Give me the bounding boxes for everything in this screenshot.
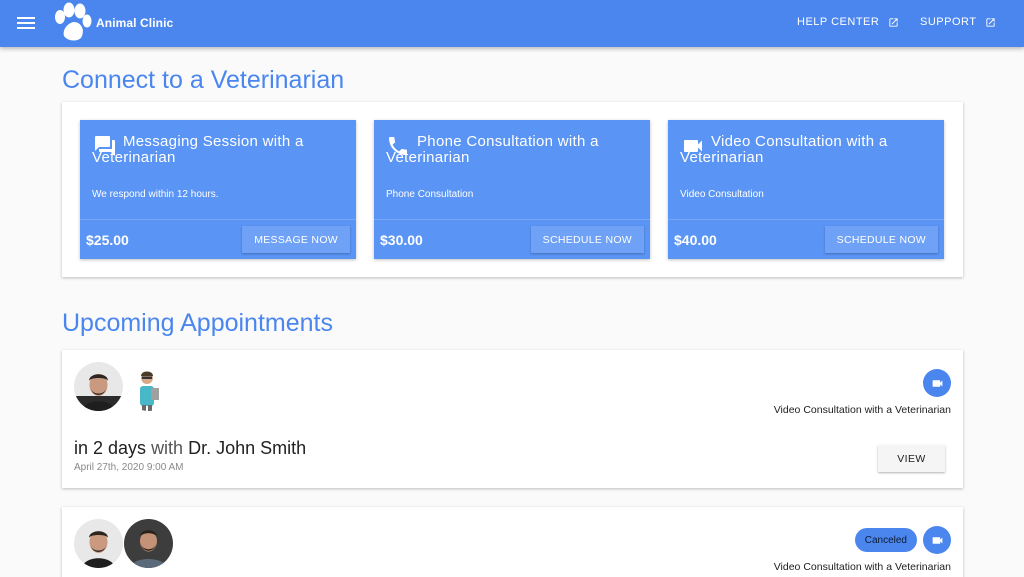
view-appointment-button[interactable]: VIEW <box>878 445 945 472</box>
relative-time: in 2 days <box>74 438 147 458</box>
support-label: SUPPORT <box>920 16 977 28</box>
help-center-label: HELP CENTER <box>797 16 880 28</box>
vet-avatar[interactable] <box>74 519 123 568</box>
card-footer: $25.00 MESSAGE NOW <box>80 219 356 259</box>
message-now-button[interactable]: MESSAGE NOW <box>242 226 350 253</box>
card-price: $40.00 <box>674 232 717 248</box>
video-call-button[interactable] <box>923 369 951 397</box>
appointment-when: in 2 days with Dr. John Smith <box>74 438 306 459</box>
card-price: $30.00 <box>380 232 423 248</box>
pet-owner-avatar[interactable] <box>124 362 173 411</box>
card-description: Video Consultation <box>680 189 764 200</box>
video-call-button[interactable] <box>923 526 951 554</box>
videocam-icon <box>932 536 942 544</box>
appointments-heading: Upcoming Appointments <box>62 309 333 337</box>
status-badge: Canceled <box>854 528 917 552</box>
appointment-card: Video Consultation with a Veterinarian i… <box>62 350 963 488</box>
phone-card: Phone Consultation with a Veterinarian P… <box>374 120 650 259</box>
card-title: Phone Consultation with a Veterinarian <box>386 133 599 166</box>
open-in-new-icon <box>889 17 898 27</box>
menu-icon[interactable] <box>17 14 35 32</box>
schedule-phone-button[interactable]: SCHEDULE NOW <box>530 226 644 253</box>
card-footer: $30.00 SCHEDULE NOW <box>374 219 650 259</box>
card-footer: $40.00 SCHEDULE NOW <box>668 219 944 259</box>
card-title: Video Consultation with a Veterinarian <box>680 133 888 166</box>
top-app-bar: Animal Clinic HELP CENTER SUPPORT <box>0 0 1024 47</box>
appointment-type: Video Consultation with a Veterinarian <box>773 404 951 416</box>
paw-logo-icon[interactable] <box>52 2 92 44</box>
schedule-video-button[interactable]: SCHEDULE NOW <box>824 226 938 253</box>
support-link[interactable]: SUPPORT <box>920 16 996 28</box>
card-title: Messaging Session with a Veterinarian <box>92 133 304 166</box>
vet-avatar-secondary[interactable] <box>124 519 173 568</box>
card-description: We respond within 12 hours. <box>92 189 219 200</box>
appointment-date: April 27th, 2020 9:00 AM <box>74 462 184 473</box>
open-in-new-icon <box>986 17 996 27</box>
help-center-link[interactable]: HELP CENTER <box>797 16 899 28</box>
appointment-type: Video Consultation with a Veterinarian <box>773 561 951 573</box>
consult-panel: Messaging Session with a Veterinarian We… <box>62 102 963 277</box>
videocam-icon <box>932 379 942 387</box>
brand-name[interactable]: Animal Clinic <box>96 16 173 30</box>
card-price: $25.00 <box>86 232 129 248</box>
card-description: Phone Consultation <box>386 189 474 200</box>
vet-avatar[interactable] <box>74 362 123 411</box>
connect-heading: Connect to a Veterinarian <box>62 66 345 94</box>
with-word: with <box>151 438 184 458</box>
doctor-name: Dr. John Smith <box>188 438 307 458</box>
appointment-card: Canceled Video Consultation with a Veter… <box>62 507 963 577</box>
messaging-card: Messaging Session with a Veterinarian We… <box>80 120 356 259</box>
video-card: Video Consultation with a Veterinarian V… <box>668 120 944 259</box>
